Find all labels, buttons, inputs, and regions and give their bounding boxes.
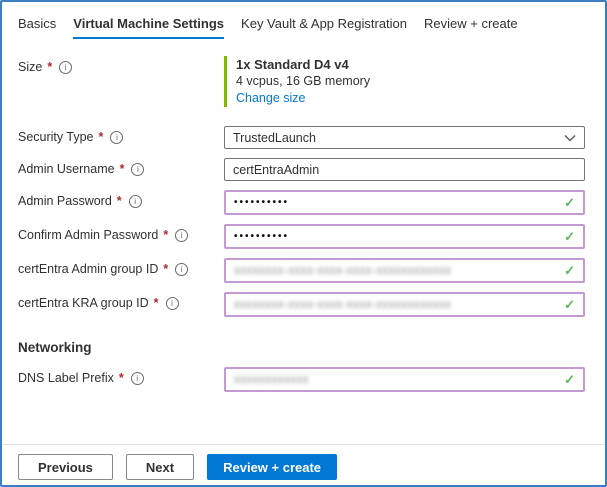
networking-section-header: Networking (18, 340, 585, 355)
validation-check-icon: ✓ (564, 264, 575, 277)
validation-check-icon: ✓ (564, 230, 575, 243)
tab-review-create[interactable]: Review + create (424, 16, 518, 39)
required-asterisk: * (120, 162, 125, 176)
required-asterisk: * (99, 130, 104, 144)
next-button[interactable]: Next (126, 454, 194, 480)
dns-label-prefix-redacted-value: xxxxxxxxxxxx (234, 374, 309, 386)
admin-username-value: certEntraAdmin (233, 163, 319, 177)
info-icon[interactable]: i (59, 61, 72, 74)
dns-label-prefix-input[interactable]: xxxxxxxxxxxx ✓ (224, 367, 585, 392)
info-icon[interactable]: i (110, 131, 123, 144)
certentra-admin-group-id-label: certEntra Admin group ID (18, 262, 158, 276)
required-asterisk: * (47, 60, 52, 74)
field-row-admin-password: Admin Password * i •••••••••• ✓ (18, 190, 585, 215)
certentra-kra-group-id-input[interactable]: xxxxxxxx-xxxx-xxxx-xxxx-xxxxxxxxxxxx ✓ (224, 292, 585, 317)
field-row-size: Size * i 1x Standard D4 v4 4 vcpus, 16 GB… (18, 56, 585, 112)
admin-username-input[interactable]: certEntraAdmin (224, 158, 585, 181)
form-spacer (18, 401, 585, 444)
wizard-footer: Previous Next Review + create (2, 444, 605, 485)
field-row-security-type: Security Type * i TrustedLaunch (18, 126, 585, 149)
security-type-label: Security Type (18, 130, 94, 144)
info-icon[interactable]: i (131, 163, 144, 176)
field-row-certentra-admin-group-id: certEntra Admin group ID * i xxxxxxxx-xxx… (18, 258, 585, 283)
certentra-kra-group-id-label: certEntra KRA group ID (18, 296, 149, 310)
security-type-dropdown[interactable]: TrustedLaunch (224, 126, 585, 149)
certentra-kra-group-id-redacted-value: xxxxxxxx-xxxx-xxxx-xxxx-xxxxxxxxxxxx (234, 299, 451, 311)
required-asterisk: * (154, 296, 159, 310)
chevron-down-icon (564, 134, 576, 142)
size-title: 1x Standard D4 v4 (236, 56, 585, 73)
required-asterisk: * (163, 262, 168, 276)
confirm-admin-password-masked-value: •••••••••• (234, 231, 289, 242)
info-icon[interactable]: i (175, 263, 188, 276)
tab-key-vault-app-registration[interactable]: Key Vault & App Registration (241, 16, 407, 39)
certentra-admin-group-id-redacted-value: xxxxxxxx-xxxx-xxxx-xxxx-xxxxxxxxxxxx (234, 265, 451, 277)
dns-label-prefix-label: DNS Label Prefix (18, 371, 114, 385)
form-body: Size * i 1x Standard D4 v4 4 vcpus, 16 GB… (2, 39, 605, 444)
field-row-confirm-admin-password: Confirm Admin Password * i •••••••••• ✓ (18, 224, 585, 249)
admin-username-label: Admin Username (18, 162, 115, 176)
tab-virtual-machine-settings[interactable]: Virtual Machine Settings (73, 16, 224, 39)
validation-check-icon: ✓ (564, 373, 575, 386)
change-size-link[interactable]: Change size (236, 90, 306, 107)
certentra-admin-group-id-input[interactable]: xxxxxxxx-xxxx-xxxx-xxxx-xxxxxxxxxxxx ✓ (224, 258, 585, 283)
info-icon[interactable]: i (131, 372, 144, 385)
size-subtitle: 4 vcpus, 16 GB memory (236, 73, 585, 90)
size-label: Size (18, 60, 42, 74)
field-row-dns-label-prefix: DNS Label Prefix * i xxxxxxxxxxxx ✓ (18, 367, 585, 392)
size-summary: 1x Standard D4 v4 4 vcpus, 16 GB memory … (224, 56, 585, 107)
previous-button[interactable]: Previous (18, 454, 113, 480)
admin-password-masked-value: •••••••••• (234, 197, 289, 208)
tab-bar: Basics Virtual Machine Settings Key Vaul… (2, 2, 605, 39)
info-icon[interactable]: i (129, 195, 142, 208)
confirm-admin-password-input[interactable]: •••••••••• ✓ (224, 224, 585, 249)
info-icon[interactable]: i (166, 297, 179, 310)
field-row-admin-username: Admin Username * i certEntraAdmin (18, 158, 585, 181)
confirm-admin-password-label: Confirm Admin Password (18, 228, 158, 242)
security-type-value: TrustedLaunch (233, 131, 316, 145)
validation-check-icon: ✓ (564, 196, 575, 209)
required-asterisk: * (119, 371, 124, 385)
required-asterisk: * (117, 194, 122, 208)
tab-basics[interactable]: Basics (18, 16, 56, 39)
wizard-window: Basics Virtual Machine Settings Key Vaul… (0, 0, 607, 487)
validation-check-icon: ✓ (564, 298, 575, 311)
admin-password-label: Admin Password (18, 194, 112, 208)
required-asterisk: * (163, 228, 168, 242)
info-icon[interactable]: i (175, 229, 188, 242)
field-row-certentra-kra-group-id: certEntra KRA group ID * i xxxxxxxx-xxxx-… (18, 292, 585, 317)
review-create-button[interactable]: Review + create (207, 454, 337, 480)
admin-password-input[interactable]: •••••••••• ✓ (224, 190, 585, 215)
